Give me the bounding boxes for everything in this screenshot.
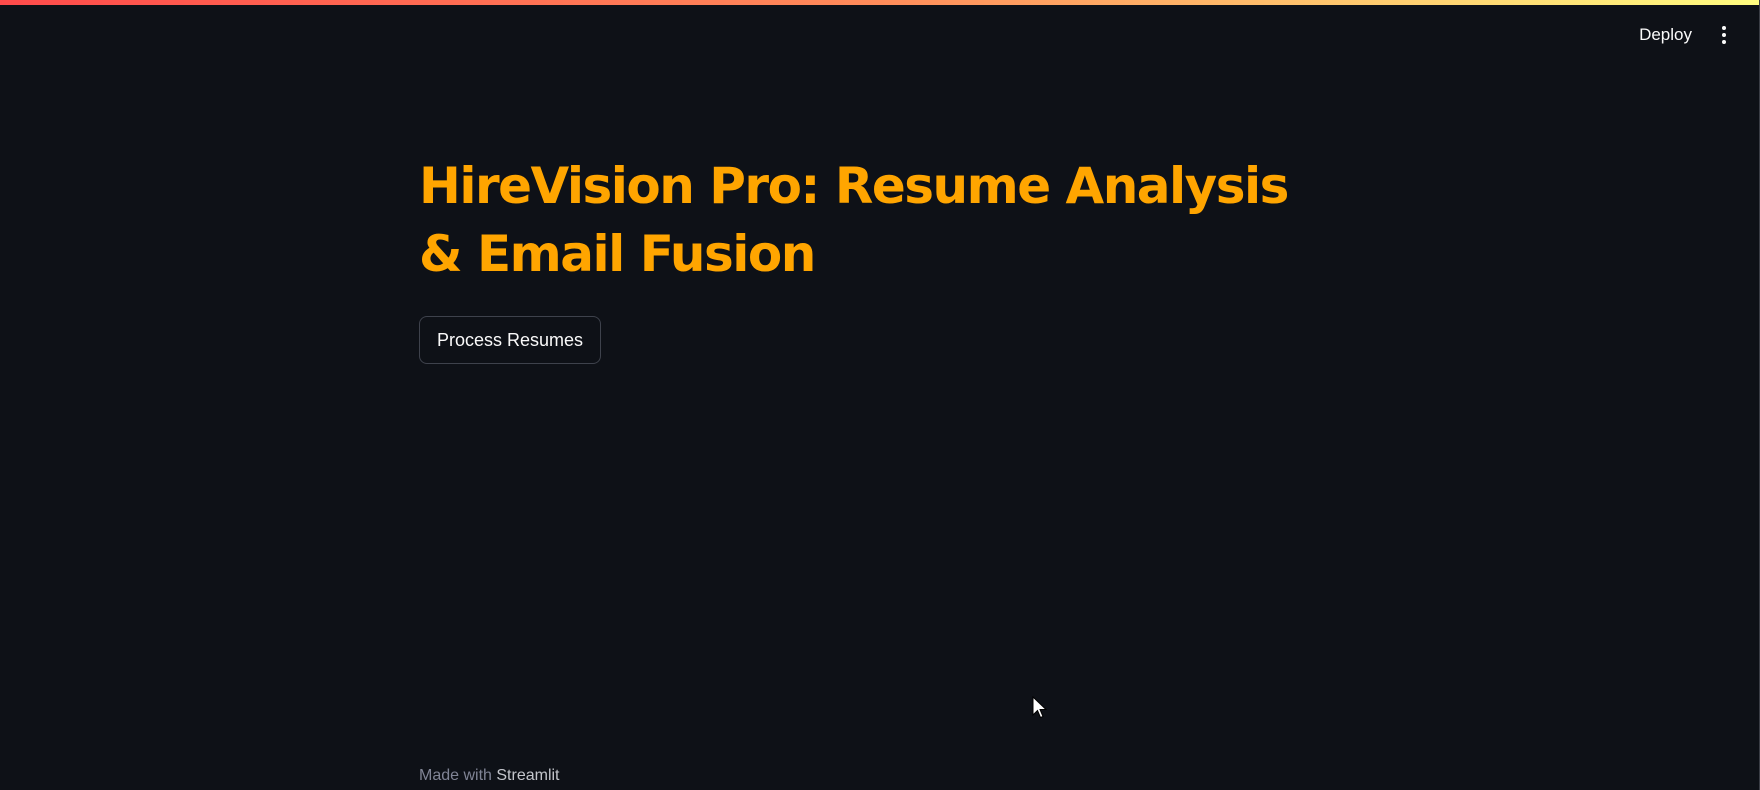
streamlit-link[interactable]: Streamlit bbox=[496, 767, 559, 784]
menu-dot bbox=[1722, 26, 1726, 30]
process-resumes-button[interactable]: Process Resumes bbox=[419, 316, 602, 364]
kebab-menu-icon[interactable] bbox=[1718, 24, 1730, 46]
streamlit-app: Deploy HireVision Pro: Resume Analysis &… bbox=[0, 0, 1760, 790]
header-decoration-bar bbox=[0, 0, 1760, 5]
footer-prefix: Made with bbox=[419, 767, 492, 784]
deploy-button[interactable]: Deploy bbox=[1631, 21, 1700, 49]
page-title: HireVision Pro: Resume Analysis & Email … bbox=[419, 157, 1289, 283]
menu-dot bbox=[1722, 33, 1726, 37]
mouse-cursor-icon bbox=[1032, 696, 1048, 719]
header-toolbar: Deploy bbox=[1631, 20, 1730, 50]
main-content: HireVision Pro: Resume Analysis & Email … bbox=[419, 152, 1319, 364]
footer: Made with Streamlit bbox=[419, 767, 560, 785]
menu-dot bbox=[1722, 40, 1726, 44]
